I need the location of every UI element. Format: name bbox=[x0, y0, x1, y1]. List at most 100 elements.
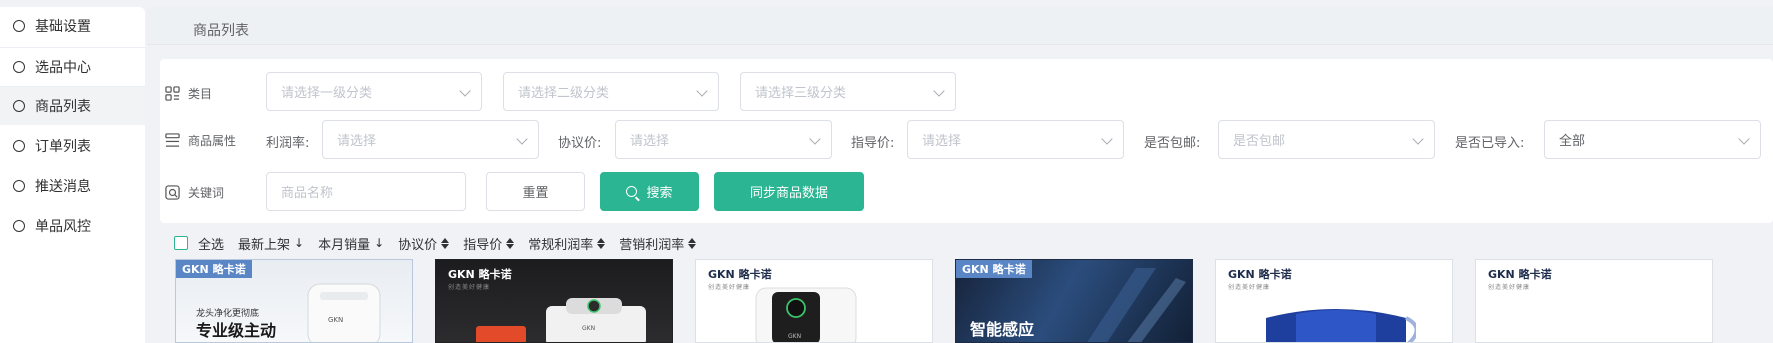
water-purifier-image: GKN bbox=[755, 287, 857, 342]
select-placeholder: 请选择三级分类 bbox=[755, 86, 847, 101]
chevron-down-icon bbox=[459, 85, 471, 97]
arrow-down-icon: ↓ bbox=[374, 236, 385, 250]
top-bar: 商品列表 bbox=[147, 7, 1773, 45]
keyword-input[interactable]: 商品名称 bbox=[266, 172, 466, 211]
free-shipping-select[interactable]: 是否包邮 bbox=[1218, 120, 1435, 159]
product-card[interactable]: GKN 略卡诺 创造美好健康 bbox=[1475, 259, 1713, 343]
brand-logo: GKN 略卡诺 bbox=[956, 260, 1032, 278]
sort-label: 协议价 bbox=[398, 237, 438, 253]
product-card[interactable]: GKN 略卡诺 创造美好健康 GKN bbox=[695, 259, 933, 343]
sidebar-item-push-messages[interactable]: 推送消息 bbox=[0, 167, 145, 205]
chevron-down-icon bbox=[516, 133, 528, 145]
category-level1-select[interactable]: 请选择一级分类 bbox=[266, 72, 482, 111]
select-all-checkbox[interactable] bbox=[174, 236, 188, 250]
sync-products-button[interactable]: 同步商品数据 bbox=[714, 172, 864, 211]
water-purifier-image: GKN bbox=[307, 283, 381, 342]
sort-agreement-price[interactable]: 协议价 bbox=[398, 234, 450, 253]
sidebar-item-label: 基础设置 bbox=[35, 19, 91, 35]
circle-icon bbox=[13, 140, 25, 152]
sort-newest[interactable]: 最新上架 ↓ bbox=[238, 234, 304, 253]
brand-logo: GKN 略卡诺 bbox=[176, 260, 252, 278]
search-icon bbox=[626, 186, 638, 197]
imported-label: 是否已导入: bbox=[1455, 136, 1525, 151]
circle-icon bbox=[13, 220, 25, 232]
attributes-label-text: 商品属性 bbox=[188, 134, 237, 148]
select-placeholder: 请选择二级分类 bbox=[518, 86, 610, 101]
agreement-price-label: 协议价: bbox=[558, 136, 602, 151]
sidebar-item-risk-control[interactable]: 单品风控 bbox=[0, 207, 145, 245]
sidebar-item-product-list[interactable]: 商品列表 bbox=[0, 87, 145, 125]
product-subline: 创造美好健康 bbox=[708, 284, 751, 291]
svg-text:GKN: GKN bbox=[788, 333, 801, 340]
sidebar-item-basic-settings[interactable]: 基础设置 bbox=[0, 7, 145, 45]
sort-guide-price[interactable]: 指导价 bbox=[463, 234, 515, 253]
imported-select[interactable]: 全部 bbox=[1544, 120, 1761, 159]
free-shipping-label: 是否包邮: bbox=[1144, 136, 1201, 151]
keyword-search-icon bbox=[165, 185, 180, 200]
list-icon bbox=[165, 133, 180, 147]
sort-caret-icon bbox=[688, 237, 697, 249]
select-placeholder: 请选择 bbox=[922, 134, 962, 149]
brand-logo: GKN 略卡诺 bbox=[448, 268, 512, 281]
agreement-price-select[interactable]: 请选择 bbox=[615, 120, 832, 159]
profit-rate-select[interactable]: 请选择 bbox=[322, 120, 539, 159]
select-placeholder: 请选择一级分类 bbox=[281, 86, 373, 101]
search-button-label: 搜索 bbox=[646, 186, 673, 201]
grid-icon bbox=[165, 86, 180, 101]
brand-logo: GKN 略卡诺 bbox=[1488, 268, 1552, 281]
product-card[interactable]: GKN 略卡诺 智能感应 bbox=[955, 259, 1193, 343]
chevron-down-icon bbox=[1101, 133, 1113, 145]
select-value: 全部 bbox=[1559, 134, 1586, 149]
circle-icon bbox=[13, 20, 25, 32]
category-label-text: 类目 bbox=[188, 87, 213, 101]
sort-marketing-profit[interactable]: 营销利润率 bbox=[619, 234, 697, 253]
chevron-down-icon bbox=[1738, 133, 1750, 145]
chevron-down-icon bbox=[1412, 133, 1424, 145]
sort-monthly-sales[interactable]: 本月销量 ↓ bbox=[318, 234, 384, 253]
select-placeholder: 是否包邮 bbox=[1233, 134, 1286, 149]
keyword-filter-label: 关键词 bbox=[165, 184, 224, 201]
arrow-down-icon: ↓ bbox=[294, 236, 305, 250]
product-subline: 创造美好健康 bbox=[448, 284, 491, 291]
sync-button-label: 同步商品数据 bbox=[749, 186, 828, 201]
svg-text:GKN: GKN bbox=[582, 325, 595, 332]
reset-button-label: 重置 bbox=[522, 186, 549, 201]
sort-label: 常规利润率 bbox=[528, 237, 594, 253]
product-card[interactable]: GKN 略卡诺 创造美好健康 GKN bbox=[435, 259, 673, 343]
sort-caret-icon bbox=[441, 237, 450, 249]
profit-rate-label: 利润率: bbox=[266, 136, 310, 151]
circle-icon bbox=[13, 180, 25, 192]
select-all-label[interactable]: 全选 bbox=[198, 234, 224, 253]
sidebar-item-label: 选品中心 bbox=[35, 60, 91, 76]
sort-label: 本月销量 bbox=[318, 237, 371, 253]
sort-regular-profit[interactable]: 常规利润率 bbox=[528, 234, 606, 253]
product-card[interactable]: GKN 略卡诺 龙头净化更彻底 专业级主动 GKN bbox=[175, 259, 413, 343]
product-headline: 专业级主动 bbox=[196, 321, 277, 340]
product-card[interactable]: GKN 略卡诺 创造美好健康 bbox=[1215, 259, 1453, 343]
guide-price-label: 指导价: bbox=[851, 136, 895, 151]
attributes-filter-label: 商品属性 bbox=[165, 132, 236, 149]
product-headline: 智能感应 bbox=[970, 320, 1035, 339]
water-pitcher-image bbox=[1266, 309, 1416, 342]
category-level3-select[interactable]: 请选择三级分类 bbox=[740, 72, 956, 111]
sidebar-item-selection-center[interactable]: 选品中心 bbox=[0, 48, 145, 86]
sidebar-item-label: 单品风控 bbox=[35, 219, 91, 235]
circle-icon bbox=[13, 61, 25, 73]
circle-icon bbox=[13, 100, 25, 112]
reset-button[interactable]: 重置 bbox=[486, 172, 585, 211]
sidebar-item-label: 订单列表 bbox=[35, 139, 91, 155]
category-filter-label: 类目 bbox=[165, 85, 212, 102]
sidebar: 基础设置 选品中心 商品列表 订单列表 推送消息 单品风控 bbox=[0, 7, 145, 343]
sort-label: 指导价 bbox=[463, 237, 503, 253]
sort-label: 营销利润率 bbox=[619, 237, 685, 253]
sidebar-item-label: 商品列表 bbox=[35, 99, 91, 115]
guide-price-select[interactable]: 请选择 bbox=[907, 120, 1124, 159]
chevron-down-icon bbox=[809, 133, 821, 145]
category-level2-select[interactable]: 请选择二级分类 bbox=[503, 72, 719, 111]
search-button[interactable]: 搜索 bbox=[600, 172, 699, 211]
product-subline: 创造美好健康 bbox=[1488, 284, 1531, 291]
water-purifier-image: GKN bbox=[476, 298, 646, 342]
page-title: 商品列表 bbox=[193, 23, 249, 39]
select-placeholder: 请选择 bbox=[630, 134, 670, 149]
sidebar-item-order-list[interactable]: 订单列表 bbox=[0, 127, 145, 165]
